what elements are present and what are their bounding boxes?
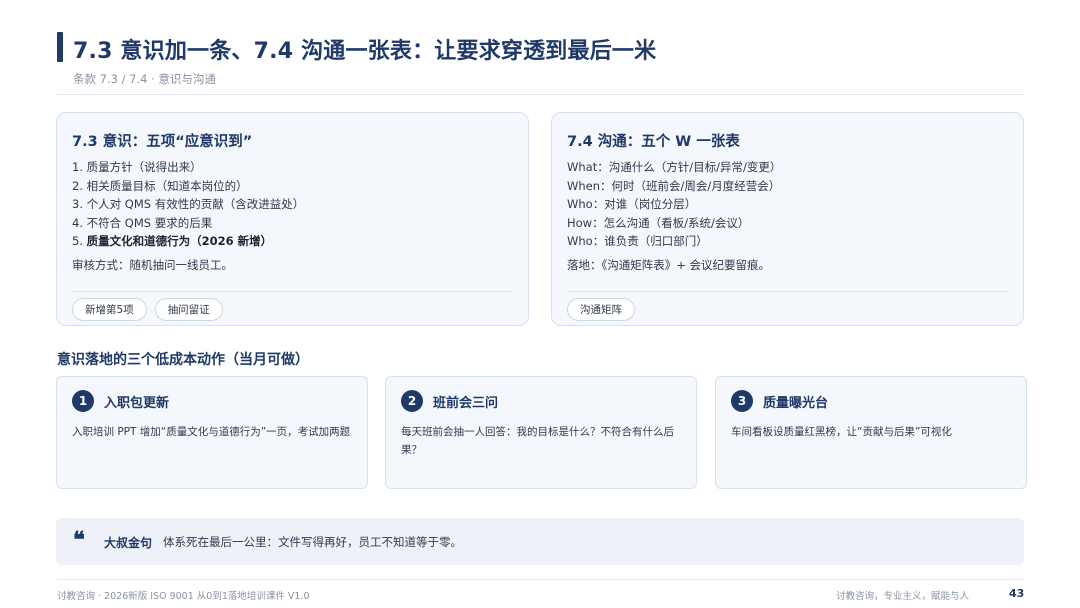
page-number: 43 — [1009, 587, 1025, 600]
step-number-badge: 3 — [731, 390, 753, 412]
card-divider — [567, 291, 1008, 292]
awareness-audit-note: 审核方式：随机抽问一线员工。 — [72, 258, 233, 272]
action-card-shift-meeting: 2 班前会三问 每天班前会抽一人回答：我的目标是什么？不符合有什么后果？ — [385, 376, 697, 489]
awareness-card-title: 7.3 意识：五项“应意识到” — [72, 134, 253, 150]
list-item: 1. 质量方针（说得出来） — [72, 160, 202, 174]
tag-spot-check: 抽问留证 — [154, 298, 223, 321]
list-item: 4. 不符合 QMS 要求的后果 — [72, 215, 213, 230]
list-item: 3. 个人对 QMS 有效性的贡献（含改进益处） — [72, 197, 305, 211]
communication-card-title: 7.4 沟通：五个 W 一张表 — [567, 134, 740, 150]
communication-card: 7.4 沟通：五个 W 一张表 What：沟通什么（方针/目标/异常/变更） W… — [551, 112, 1024, 326]
list-item: How：怎么沟通（看板/系统/会议） — [567, 215, 750, 230]
footer-divider — [57, 579, 1024, 580]
tag-new-item5: 新增第5项 — [72, 298, 147, 321]
list-item: Who：谁负责（归口部门） — [567, 234, 708, 248]
communication-landing-note: 落地：《沟通矩阵表》+ 会议纪要留痕。 — [567, 258, 771, 272]
action-title: 班前会三问 — [433, 396, 499, 411]
tag-communication-matrix: 沟通矩阵 — [567, 298, 635, 321]
action-card-quality-board: 3 质量曝光台 车间看板设质量红黑榜，让“贡献与后果”可视化 — [715, 376, 1027, 489]
step-number-badge: 1 — [72, 390, 94, 412]
quote-label: 大叔金句 — [104, 536, 153, 550]
title-divider — [57, 94, 1024, 95]
footer-course-info: 讨教咨询 · 2026新版 ISO 9001 从0到1落地培训课件 V1.0 — [57, 591, 310, 602]
action-description: 入职培训 PPT 增加“质量文化与道德行为”一页，考试加两题 — [72, 426, 351, 438]
awareness-tags: 新增第5项 抽问留证 — [72, 298, 223, 321]
awareness-list: 1. 质量方针（说得出来） 2. 相关质量目标（知道本岗位的） 3. 个人对 Q… — [72, 158, 304, 251]
actions-section-title: 意识落地的三个低成本动作（当月可做） — [57, 352, 309, 368]
communication-list: What：沟通什么（方针/目标/异常/变更） When：何时（班前会/周会/月度… — [567, 158, 781, 251]
quote-text: 体系死在最后一公里：文件写得再好，员工不知道等于零。 — [163, 535, 462, 549]
action-card-onboarding: 1 入职包更新 入职培训 PPT 增加“质量文化与道德行为”一页，考试加两题 — [56, 376, 368, 489]
title-accent-bar — [57, 32, 63, 62]
list-item: Who：对谁（岗位分层） — [567, 197, 697, 211]
action-title: 质量曝光台 — [763, 396, 829, 411]
step-number-badge: 2 — [401, 390, 423, 412]
list-item: 2. 相关质量目标（知道本岗位的） — [72, 178, 248, 193]
awareness-card: 7.3 意识：五项“应意识到” 1. 质量方针（说得出来） 2. 相关质量目标（… — [56, 112, 529, 326]
action-description: 每天班前会抽一人回答：我的目标是什么？不符合有什么后果？ — [401, 426, 674, 456]
page-title: 7.3 意识加一条、7.4 沟通一张表：让要求穿透到最后一米 — [73, 39, 657, 64]
action-description: 车间看板设质量红黑榜，让“贡献与后果”可视化 — [731, 426, 952, 438]
list-item: When：何时（班前会/周会/月度经营会） — [567, 178, 781, 193]
footer-slogan: 讨教咨询，专业主义，赋能与人 — [836, 591, 970, 602]
list-item: What：沟通什么（方针/目标/异常/变更） — [567, 160, 782, 174]
quote-mark-icon: ❝ — [73, 527, 85, 553]
action-title: 入职包更新 — [104, 396, 170, 411]
list-item: 5. 质量文化和道德行为（2026 新增） — [72, 232, 304, 251]
card-divider — [72, 291, 513, 292]
quote-banner: ❝ 大叔金句 体系死在最后一公里：文件写得再好，员工不知道等于零。 — [56, 518, 1024, 565]
list-item-prefix: 5. — [72, 234, 87, 248]
communication-tags: 沟通矩阵 — [567, 298, 635, 321]
list-item-highlight: 质量文化和道德行为（2026 新增） — [86, 234, 273, 248]
page-subtitle: 条款 7.3 / 7.4 · 意识与沟通 — [73, 72, 216, 86]
